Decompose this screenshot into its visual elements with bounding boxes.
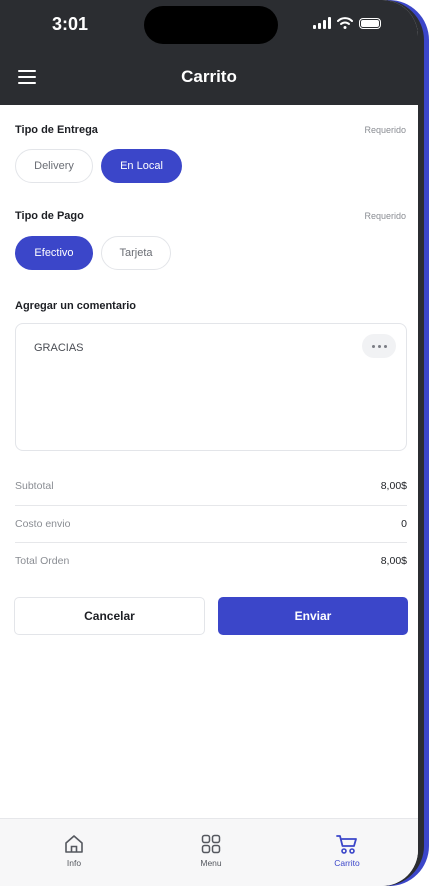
grid-icon xyxy=(201,834,221,854)
comment-field[interactable]: GRACIAS xyxy=(15,323,407,451)
page-title: Carrito xyxy=(181,67,237,86)
app-bar: Carrito xyxy=(0,50,418,105)
bottom-tab-bar: Info Menu Carrito xyxy=(0,818,418,886)
delivery-title: Tipo de Entrega xyxy=(15,124,98,136)
summary-row-total: Total Orden 8,00$ xyxy=(15,542,407,579)
tab-menu[interactable]: Menu xyxy=(171,833,251,868)
cart-icon xyxy=(336,835,357,854)
delivery-required: Requerido xyxy=(364,125,406,135)
more-options-icon[interactable] xyxy=(362,334,396,358)
battery-icon xyxy=(359,17,381,29)
comment-label: Agregar un comentario xyxy=(15,300,137,312)
summary-row-subtotal: Subtotal 8,00$ xyxy=(15,467,407,504)
cancel-button[interactable]: Cancelar xyxy=(14,597,205,635)
summary-label: Total Orden xyxy=(15,554,70,567)
tab-label: Menu xyxy=(200,858,222,868)
screen: 3:01 Carrito Tipo de Entrega Requerido D… xyxy=(0,0,418,886)
delivery-option-delivery[interactable]: Delivery xyxy=(15,149,93,183)
status-bar: 3:01 xyxy=(0,0,418,50)
payment-option-tarjeta[interactable]: Tarjeta xyxy=(101,236,171,270)
delivery-section-header: Tipo de Entrega Requerido xyxy=(15,124,406,136)
payment-option-efectivo[interactable]: Efectivo xyxy=(15,236,93,270)
status-icons xyxy=(313,17,381,29)
status-time: 3:01 xyxy=(52,14,89,34)
payment-title: Tipo de Pago xyxy=(15,210,84,222)
comment-value: GRACIAS xyxy=(34,342,84,354)
tab-carrito[interactable]: Carrito xyxy=(307,833,387,868)
dynamic-island xyxy=(144,6,278,44)
send-button[interactable]: Enviar xyxy=(218,597,408,635)
summary-value: 8,00$ xyxy=(380,554,407,567)
payment-section-header: Tipo de Pago Requerido xyxy=(15,210,406,222)
payment-required: Requerido xyxy=(364,211,406,221)
summary-value: 0 xyxy=(401,517,407,530)
delivery-option-en-local[interactable]: En Local xyxy=(101,149,182,183)
wifi-icon xyxy=(337,17,353,29)
tab-info[interactable]: Info xyxy=(34,833,114,868)
tab-label: Carrito xyxy=(334,858,360,868)
home-icon xyxy=(65,835,83,853)
phone-frame: 3:01 Carrito Tipo de Entrega Requerido D… xyxy=(0,0,424,886)
summary-label: Subtotal xyxy=(15,479,54,492)
tab-label: Info xyxy=(66,858,82,868)
signal-icon xyxy=(313,17,331,29)
summary-row-shipping: Costo envio 0 xyxy=(15,505,407,542)
summary-label: Costo envio xyxy=(15,517,71,530)
summary-value: 8,00$ xyxy=(380,479,407,492)
